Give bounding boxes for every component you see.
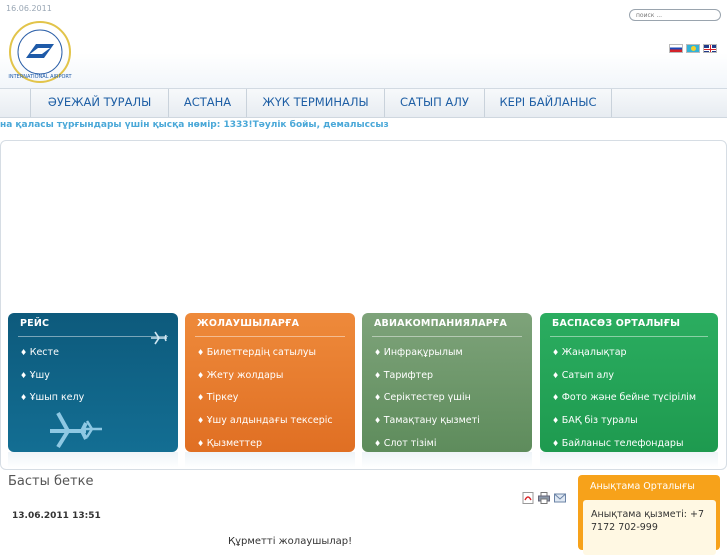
tile-press-center-list: Жаңалықтар Сатып алу Фото және бейне түс… xyxy=(552,346,696,452)
list-item[interactable]: Кесте xyxy=(20,346,84,369)
search-input[interactable]: поиск ... xyxy=(629,9,721,21)
article-datetime: 13.06.2011 13:51 xyxy=(12,511,101,521)
tile-press-center-title[interactable]: БАСПАСӨЗ ОРТАЛЫҒЫ xyxy=(552,318,680,329)
list-item[interactable]: Билеттердің сатылуы xyxy=(197,346,333,369)
tile-passengers-list: Билеттердің сатылуы Жету жолдары Тіркеу … xyxy=(197,346,333,452)
en-flag-icon[interactable] xyxy=(703,44,717,53)
list-item[interactable]: Байланыс телефондары xyxy=(552,437,696,452)
divider xyxy=(550,336,708,337)
main-navigation: ӘУЕЖАЙ ТУРАЛЫ АСТАНА ЖҮК ТЕРМИНАЛЫ САТЫП… xyxy=(0,88,727,118)
article-greeting: Құрметті жолаушылар! xyxy=(228,536,353,547)
tile-flights-list: Кесте Ұшу Ұшып келу xyxy=(20,346,85,414)
list-item[interactable]: Тарифтер xyxy=(374,369,480,392)
airplane-icon xyxy=(151,331,167,345)
list-item[interactable]: Қызметтер xyxy=(197,437,333,452)
tile-shadow xyxy=(185,452,355,468)
list-item[interactable]: Тамақтану қызметі xyxy=(374,414,480,437)
email-icon[interactable] xyxy=(554,492,566,504)
list-item[interactable]: Слот тізімі xyxy=(374,437,480,452)
divider xyxy=(195,336,345,337)
nav-item-astana[interactable]: АСТАНА xyxy=(168,89,246,117)
info-center-title: Анықтама Орталығы xyxy=(590,481,695,492)
tile-flights-title[interactable]: РЕЙС xyxy=(20,318,49,329)
nav-item-about-airport[interactable]: ӘУЕЖАЙ ТУРАЛЫ xyxy=(30,89,168,117)
tile-airlines[interactable]: АВИАКОМПАНИЯЛАРҒА Инфрақұрылым Тарифтер … xyxy=(362,313,532,452)
svg-text:INTERNATIONAL AIRPORT: INTERNATIONAL AIRPORT xyxy=(8,74,72,80)
tile-flights[interactable]: РЕЙС Кесте Ұшу Ұшып келу xyxy=(8,313,178,452)
list-item[interactable]: Ұшу xyxy=(20,369,84,392)
nav-item-cargo-terminal[interactable]: ЖҮК ТЕРМИНАЛЫ xyxy=(246,89,384,117)
divider xyxy=(18,336,168,337)
divider xyxy=(372,336,522,337)
list-item[interactable]: Жаңалықтар xyxy=(552,346,696,369)
tile-shadow xyxy=(362,452,532,468)
article-tools xyxy=(522,492,566,504)
list-item[interactable]: Сатып алу xyxy=(552,369,696,392)
tile-shadow xyxy=(8,452,178,468)
list-item[interactable]: Серіктестер үшін xyxy=(374,391,480,414)
list-item[interactable]: Тіркеу xyxy=(197,391,333,414)
tile-passengers-title[interactable]: ЖОЛАУШЫЛАРҒА xyxy=(197,318,299,329)
list-item[interactable]: БАҚ біз туралы xyxy=(552,414,696,437)
airport-logo[interactable]: INTERNATIONAL AIRPORT xyxy=(8,20,72,84)
ru-flag-icon[interactable] xyxy=(669,44,683,53)
info-center-body: Анықтама қызметі: +7 7172 702-999 xyxy=(583,500,716,555)
list-item[interactable]: Жету жолдары xyxy=(197,369,333,392)
tile-shadow xyxy=(540,452,718,468)
tile-airlines-title[interactable]: АВИАКОМПАНИЯЛАРҒА xyxy=(374,318,507,329)
nav-item-feedback[interactable]: КЕРІ БАЙЛАНЫС xyxy=(484,89,612,117)
current-date: 16.06.2011 xyxy=(6,4,52,13)
news-ticker: на қаласы тұрғындары үшін қысқа нөмір: 1… xyxy=(0,120,389,130)
tile-passengers[interactable]: ЖОЛАУШЫЛАРҒА Билеттердің сатылуы Жету жо… xyxy=(185,313,355,452)
kz-flag-icon[interactable] xyxy=(686,44,700,53)
tile-airlines-list: Инфрақұрылым Тарифтер Серіктестер үшін Т… xyxy=(374,346,480,452)
pdf-icon[interactable] xyxy=(522,492,534,504)
language-switcher xyxy=(669,44,717,53)
list-item[interactable]: Инфрақұрылым xyxy=(374,346,480,369)
print-icon[interactable] xyxy=(538,492,550,504)
airplanes-graphic-icon xyxy=(50,412,102,449)
info-center-panel: Анықтама Орталығы Анықтама қызметі: +7 7… xyxy=(578,475,720,555)
list-item[interactable]: Ұшу алдындағы тексеріс xyxy=(197,414,333,437)
header: 16.06.2011 INTERNATIONAL AIRPORT поиск .… xyxy=(0,0,727,88)
page-title[interactable]: Басты бетке xyxy=(8,474,93,489)
nav-item-procurement[interactable]: САТЫП АЛУ xyxy=(384,89,484,117)
tile-press-center[interactable]: БАСПАСӨЗ ОРТАЛЫҒЫ Жаңалықтар Сатып алу Ф… xyxy=(540,313,718,452)
list-item[interactable]: Фото және бейне түсірілім xyxy=(552,391,696,414)
info-center-text: Анықтама қызметі: +7 7172 702-999 xyxy=(591,509,705,533)
